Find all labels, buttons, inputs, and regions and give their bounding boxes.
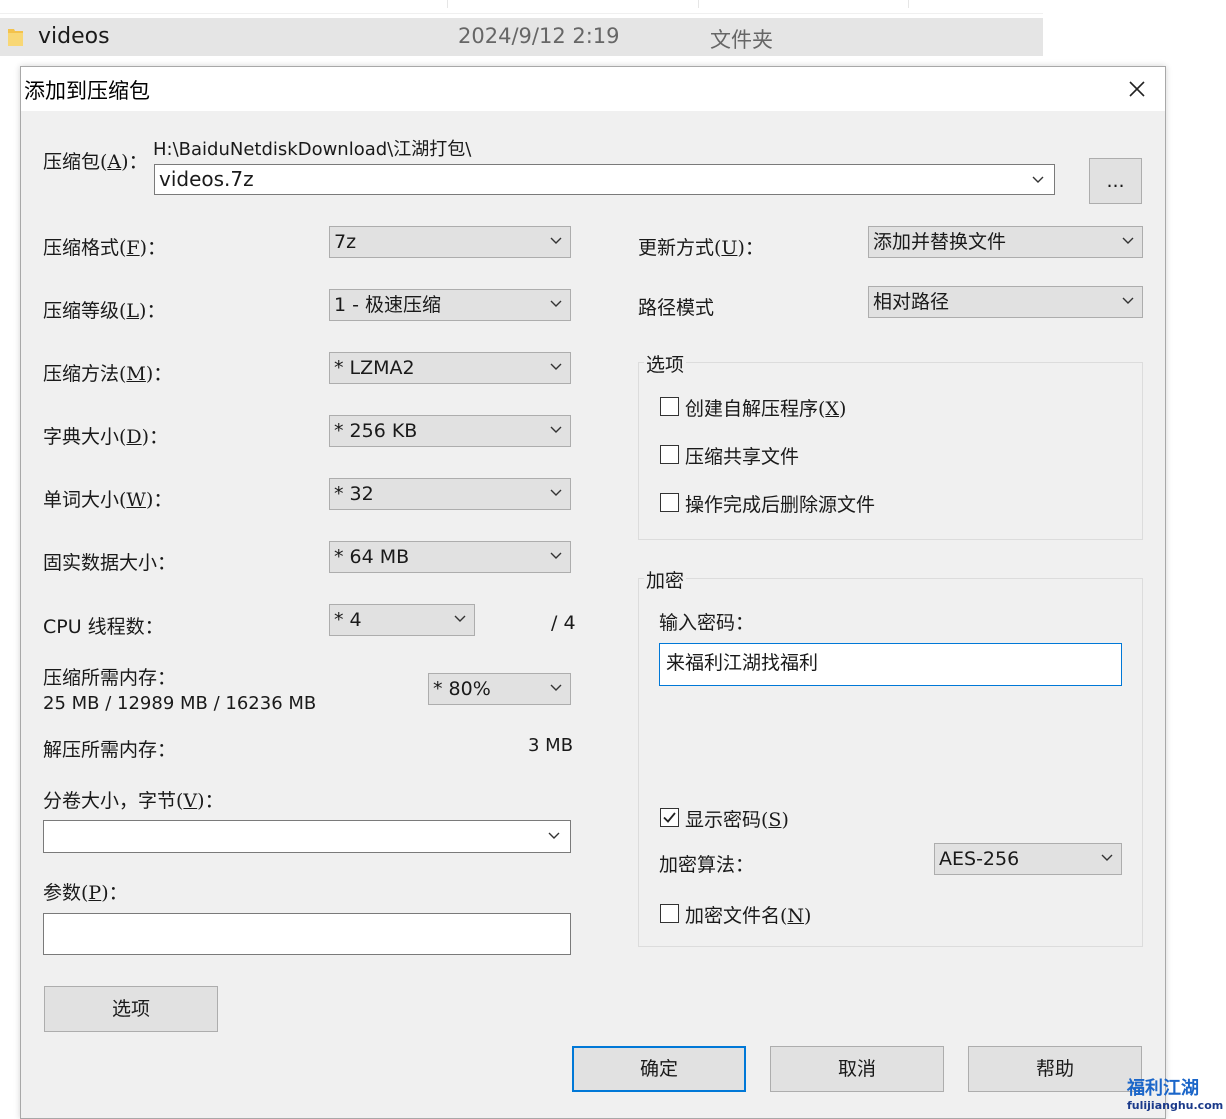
encrypt-names-label[interactable]: 加密文件名(N)	[685, 901, 811, 928]
mem-compress-label: 压缩所需内存：	[43, 667, 177, 689]
format-value[interactable]: 7z	[334, 227, 356, 257]
sfx-checkbox[interactable]	[660, 397, 679, 416]
params-input[interactable]	[43, 913, 571, 955]
chevron-down-icon[interactable]	[550, 237, 562, 245]
options-group-title: 选项	[644, 350, 687, 377]
volume-label: 分卷大小，字节(V)：	[43, 790, 224, 812]
chevron-down-icon[interactable]	[1101, 854, 1113, 862]
path-mode-value[interactable]: 相对路径	[873, 287, 949, 317]
explorer-header-strip	[0, 0, 1043, 14]
sfx-label[interactable]: 创建自解压程序(X)	[685, 394, 846, 421]
word-select[interactable]: * 32	[329, 478, 571, 510]
column-separator[interactable]	[908, 0, 909, 8]
chevron-down-icon[interactable]	[1122, 237, 1134, 245]
dict-value[interactable]: * 256 KB	[334, 416, 417, 446]
file-type: 文件夹	[710, 28, 773, 52]
mem-compress-value: 25 MB / 12989 MB / 16236 MB	[43, 693, 317, 714]
method-label: 压缩方法(M)：	[43, 363, 173, 385]
path-mode-label: 路径模式	[638, 297, 715, 319]
password-input[interactable]: 来福利江湖找福利	[659, 643, 1122, 686]
checkmark-icon	[663, 812, 676, 823]
solid-label: 固实数据大小：	[43, 552, 177, 574]
params-label: 参数(P)：	[43, 882, 128, 904]
chevron-down-icon[interactable]	[550, 552, 562, 560]
column-separator[interactable]	[447, 0, 448, 8]
threads-value[interactable]: * 4	[334, 605, 362, 635]
path-mode-select[interactable]: 相对路径	[868, 286, 1143, 318]
file-name[interactable]: videos	[38, 24, 110, 49]
dialog-title: 添加到压缩包	[24, 79, 150, 103]
close-button[interactable]	[1119, 73, 1155, 105]
archive-path: H:\BaiduNetdiskDownload\江湖打包\	[153, 139, 472, 160]
format-label: 压缩格式(F)：	[43, 237, 167, 259]
chevron-down-icon[interactable]	[550, 426, 562, 434]
help-button[interactable]: 帮助	[968, 1046, 1142, 1092]
threads-select[interactable]: * 4	[329, 604, 475, 636]
mem-percent-select[interactable]: * 80%	[428, 673, 571, 705]
chevron-down-icon[interactable]	[1122, 297, 1134, 305]
delete-source-label[interactable]: 操作完成后删除源文件	[685, 490, 875, 517]
mem-decompress-label: 解压所需内存：	[43, 739, 177, 761]
chevron-down-icon[interactable]	[550, 363, 562, 371]
archive-label: 压缩包(A)：	[43, 151, 148, 173]
mem-decompress-value: 3 MB	[528, 735, 574, 756]
method-value[interactable]: * LZMA2	[334, 353, 415, 383]
shared-files-checkbox[interactable]	[660, 445, 679, 464]
folder-icon	[8, 29, 23, 46]
solid-select[interactable]: * 64 MB	[329, 541, 571, 573]
method-select[interactable]: * LZMA2	[329, 352, 571, 384]
show-password-checkbox[interactable]	[660, 808, 679, 827]
file-date-modified: 2024/9/12 2:19	[458, 24, 620, 48]
threads-max: / 4	[551, 612, 576, 634]
chevron-down-icon[interactable]	[550, 300, 562, 308]
browse-button[interactable]: ...	[1089, 158, 1142, 204]
encryption-method-label: 加密算法：	[659, 854, 755, 876]
solid-value[interactable]: * 64 MB	[334, 542, 409, 572]
watermark-url: fulijianghu.com	[1127, 1099, 1224, 1112]
update-mode-select[interactable]: 添加并替换文件	[868, 226, 1143, 258]
archive-name-value[interactable]: videos.7z	[159, 167, 254, 191]
archive-name-combobox[interactable]: videos.7z	[154, 164, 1055, 195]
add-to-archive-dialog: 添加到压缩包 压缩包(A)： H:\BaiduNetdiskDownload\江…	[20, 66, 1166, 1119]
chevron-down-icon[interactable]	[550, 489, 562, 497]
encryption-group-title: 加密	[644, 566, 687, 593]
mem-percent-value[interactable]: * 80%	[433, 674, 491, 704]
level-value[interactable]: 1 - 极速压缩	[334, 290, 441, 320]
dict-select[interactable]: * 256 KB	[329, 415, 571, 447]
update-mode-label: 更新方式(U)：	[638, 237, 764, 259]
update-mode-value[interactable]: 添加并替换文件	[873, 227, 1006, 257]
encrypt-names-checkbox[interactable]	[660, 904, 679, 923]
format-select[interactable]: 7z	[329, 226, 571, 258]
dict-label: 字典大小(D)：	[43, 426, 169, 448]
encryption-method-select[interactable]: AES-256	[934, 843, 1122, 875]
threads-label: CPU 线程数：	[43, 616, 164, 638]
volume-size-combobox[interactable]	[43, 820, 571, 853]
level-label: 压缩等级(L)：	[43, 300, 166, 322]
ok-button[interactable]: 确定	[572, 1046, 746, 1092]
delete-source-checkbox[interactable]	[660, 493, 679, 512]
cancel-button[interactable]: 取消	[770, 1046, 944, 1092]
chevron-down-icon[interactable]	[550, 684, 562, 692]
chevron-down-icon[interactable]	[454, 615, 466, 623]
close-icon	[1129, 81, 1145, 97]
column-separator[interactable]	[698, 0, 699, 8]
chevron-down-icon[interactable]	[1032, 176, 1044, 184]
shared-files-label[interactable]: 压缩共享文件	[685, 442, 799, 469]
chevron-down-icon[interactable]	[548, 832, 560, 840]
level-select[interactable]: 1 - 极速压缩	[329, 289, 571, 321]
options-button[interactable]: 选项	[44, 986, 218, 1032]
show-password-label[interactable]: 显示密码(S)	[685, 805, 789, 832]
password-label: 输入密码：	[659, 612, 755, 634]
encryption-method-value[interactable]: AES-256	[939, 844, 1019, 874]
word-value[interactable]: * 32	[334, 479, 374, 509]
dialog-titlebar[interactable]: 添加到压缩包	[21, 67, 1165, 111]
watermark-logo-text: 福利江湖	[1127, 1078, 1199, 1099]
word-label: 单词大小(W)：	[43, 489, 173, 511]
